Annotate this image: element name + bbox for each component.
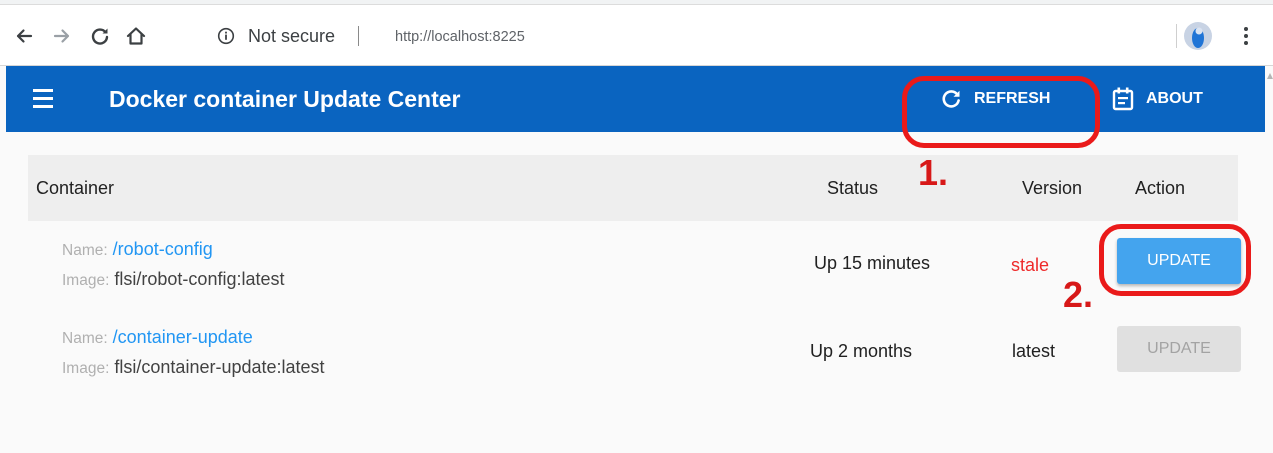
forward-button[interactable] xyxy=(48,22,76,50)
profile-icon xyxy=(1192,27,1204,48)
browser-menu-button[interactable] xyxy=(1238,22,1254,50)
dot-icon xyxy=(1244,27,1248,31)
scroll-up-arrow-icon[interactable] xyxy=(1267,72,1273,80)
container-name: Name: /robot-config xyxy=(62,239,213,261)
menu-line xyxy=(33,105,53,108)
refresh-icon xyxy=(942,90,960,108)
dot-icon xyxy=(1244,41,1248,45)
toolbar-divider xyxy=(1176,24,1177,48)
profile-avatar[interactable] xyxy=(1184,22,1212,50)
address-separator xyxy=(358,26,359,46)
refresh-label: REFRESH xyxy=(974,90,1051,107)
column-header-status: Status xyxy=(827,178,879,198)
table-header: Container Status Version Action xyxy=(28,155,1238,221)
refresh-button[interactable]: REFRESH xyxy=(940,81,1050,117)
arrow-left-icon xyxy=(16,29,33,43)
status-cell: Up 2 months xyxy=(810,341,913,361)
column-header-action: Action xyxy=(1135,178,1186,198)
home-button[interactable] xyxy=(122,22,150,50)
back-button[interactable] xyxy=(10,22,38,50)
arrow-right-icon xyxy=(53,29,70,43)
table-row: Name: /container-update Image: flsi/cont… xyxy=(28,311,1241,399)
version-cell: stale xyxy=(1011,255,1050,275)
calendar-icon xyxy=(1112,87,1134,111)
column-header-container: Container xyxy=(36,178,115,198)
dot-icon xyxy=(1244,34,1248,38)
container-name: Name: /container-update xyxy=(62,327,253,349)
name-key: Name: xyxy=(62,242,108,259)
update-button[interactable]: UPDATE xyxy=(1117,238,1241,284)
container-image: Image: flsi/container-update:latest xyxy=(62,357,325,379)
about-button[interactable]: ABOUT xyxy=(1112,81,1203,117)
name-key: Name: xyxy=(62,330,108,347)
app-toolbar: Docker container Update Center REFRESH A… xyxy=(6,66,1265,132)
container-name-link[interactable]: /robot-config xyxy=(113,239,213,259)
url-text[interactable]: http://localhost:8225 xyxy=(395,30,525,45)
container-image: Image: flsi/robot-config:latest xyxy=(62,269,284,291)
version-cell: latest xyxy=(1012,341,1056,361)
status-cell: Up 15 minutes xyxy=(814,253,931,273)
container-name-link[interactable]: /container-update xyxy=(113,327,253,347)
hamburger-menu-button[interactable] xyxy=(31,87,57,111)
container-image-value: flsi/container-update:latest xyxy=(114,357,325,377)
browser-chrome: Not secure http://localhost:8225 xyxy=(0,0,1273,66)
update-button-disabled[interactable]: UPDATE xyxy=(1117,326,1241,372)
about-label: ABOUT xyxy=(1146,90,1203,107)
address-bar[interactable]: Not secure http://localhost:8225 xyxy=(200,18,1175,54)
tab-strip-edge xyxy=(0,0,1273,5)
home-icon xyxy=(126,27,146,45)
reload-button[interactable] xyxy=(86,22,114,50)
menu-line xyxy=(33,97,53,100)
info-icon[interactable] xyxy=(217,27,235,45)
container-image-value: flsi/robot-config:latest xyxy=(114,269,285,289)
image-key: Image: xyxy=(62,272,110,289)
menu-line xyxy=(33,89,53,92)
reload-icon xyxy=(91,28,109,45)
app-title: Docker container Update Center xyxy=(109,86,461,112)
column-header-version: Version xyxy=(1022,178,1083,198)
security-label[interactable]: Not secure xyxy=(248,27,335,45)
image-key: Image: xyxy=(62,360,110,377)
table-row: Name: /robot-config Image: flsi/robot-co… xyxy=(28,223,1241,311)
